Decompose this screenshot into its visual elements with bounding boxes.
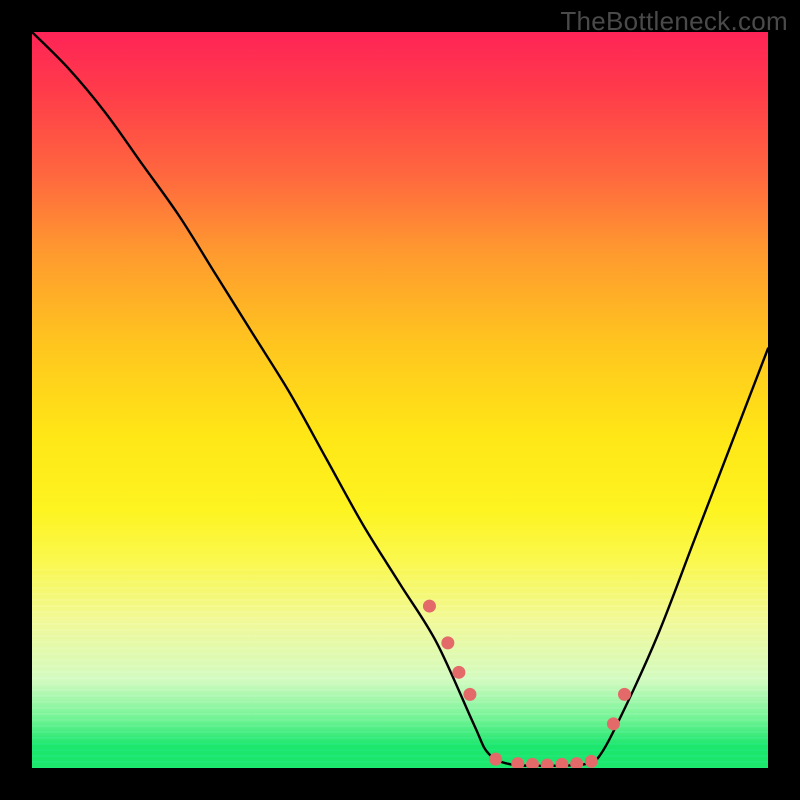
highlight-marker	[511, 757, 524, 768]
highlight-marker	[441, 636, 454, 649]
highlight-marker	[452, 666, 465, 679]
highlight-marker	[423, 600, 436, 613]
watermark-text: TheBottleneck.com	[560, 6, 788, 37]
highlight-marker	[489, 753, 502, 766]
highlight-marker	[570, 757, 583, 768]
highlight-marker	[607, 717, 620, 730]
highlight-marker	[463, 688, 476, 701]
highlight-markers	[423, 600, 631, 768]
chart-svg	[32, 32, 768, 768]
plot-area	[32, 32, 768, 768]
highlight-marker	[585, 755, 598, 768]
highlight-marker	[618, 688, 631, 701]
highlight-marker	[526, 758, 539, 768]
highlight-marker	[555, 758, 568, 768]
highlight-marker	[541, 759, 554, 768]
bottleneck-curve	[32, 32, 768, 766]
